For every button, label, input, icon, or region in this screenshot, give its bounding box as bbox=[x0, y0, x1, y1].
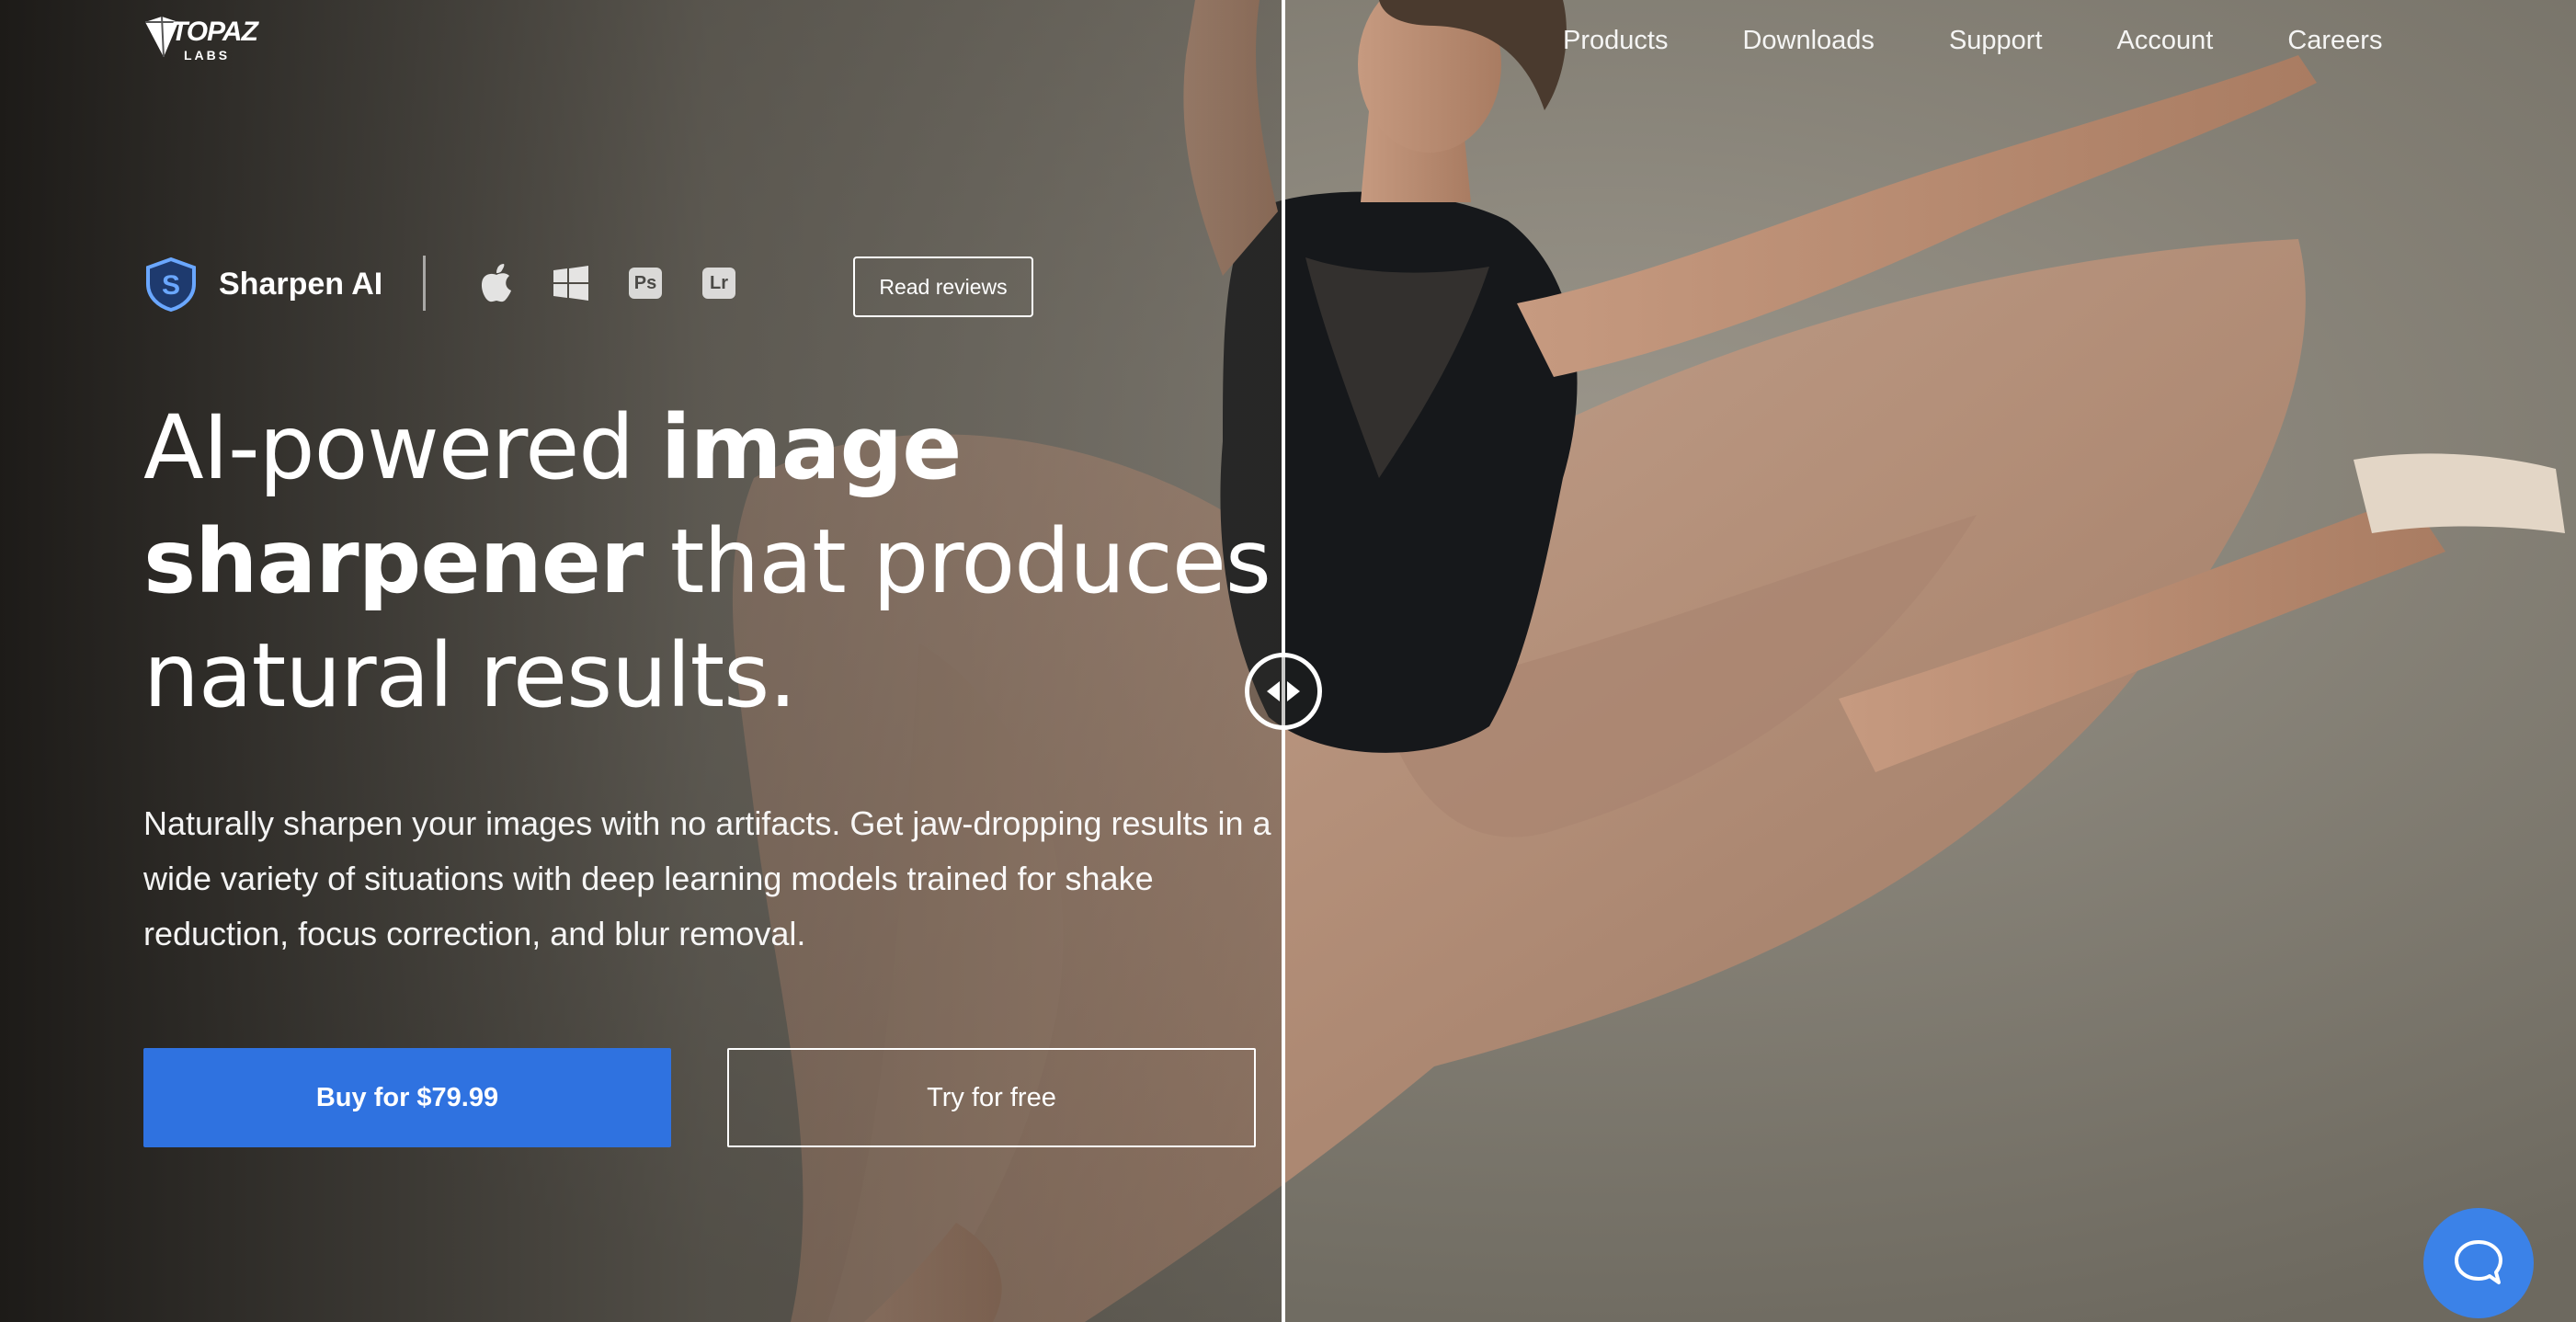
lightroom-icon: Lr bbox=[702, 263, 735, 303]
hero-description: Naturally sharpen your images with no ar… bbox=[143, 804, 1271, 952]
nav-account[interactable]: Account bbox=[2117, 26, 2214, 56]
nav-support[interactable]: Support bbox=[1949, 26, 2043, 56]
nav-downloads[interactable]: Downloads bbox=[1742, 26, 1874, 56]
buy-button[interactable]: Buy for $79.99 bbox=[143, 1048, 671, 1147]
read-reviews-button[interactable]: Read reviews bbox=[853, 256, 1033, 317]
top-nav: Products Downloads Support Account Caree… bbox=[1563, 26, 2382, 56]
try-free-button[interactable]: Try for free bbox=[727, 1048, 1256, 1147]
hero-headline: AI-powered image sharpener that produces… bbox=[143, 391, 1274, 733]
arrow-right-icon bbox=[1287, 681, 1300, 701]
photoshop-icon: Ps bbox=[629, 263, 662, 303]
apple-icon bbox=[480, 263, 513, 303]
logo-subtext: LABS bbox=[184, 48, 231, 63]
chat-launcher-button[interactable] bbox=[2423, 1208, 2534, 1318]
chat-bubble-icon bbox=[2455, 1240, 2502, 1284]
windows-icon bbox=[553, 263, 588, 303]
platform-row: Ps Lr bbox=[143, 256, 787, 313]
topaz-labs-logo[interactable]: TOPAZ LABS bbox=[143, 17, 258, 70]
headline-text-1: AI-powered bbox=[143, 396, 661, 499]
nav-products[interactable]: Products bbox=[1563, 26, 1668, 56]
logo-text: TOPAZ bbox=[171, 17, 258, 47]
product-divider bbox=[423, 256, 426, 311]
nav-careers[interactable]: Careers bbox=[2287, 26, 2382, 56]
